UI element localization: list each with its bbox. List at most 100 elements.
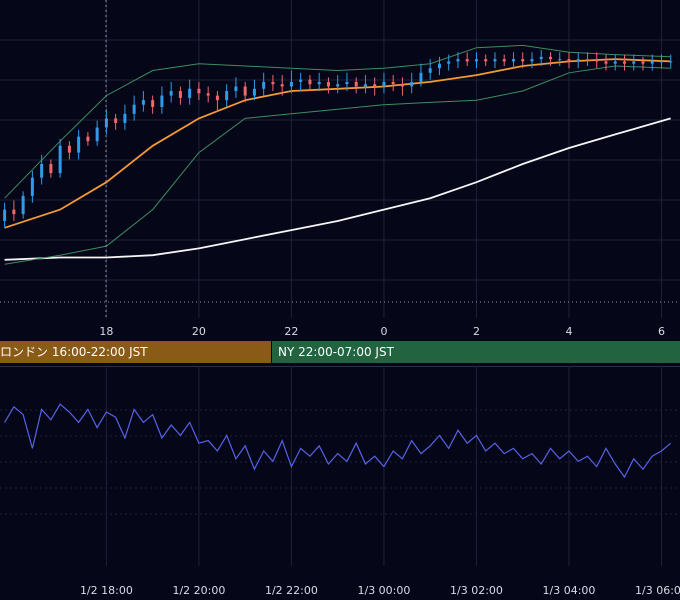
candle-body [12,209,16,215]
candle-body [225,91,229,101]
candle-body [289,81,293,87]
candle-body [613,61,617,64]
candle-body [252,88,256,96]
x-tick-label: 1/3 02:00 [450,584,503,597]
candle-body [641,61,645,64]
candle-body [548,56,552,60]
candle-body [576,59,580,62]
candle-body [511,59,515,62]
x-tick-label: 4 [565,325,572,338]
candle-body [585,59,589,61]
candle-body [567,59,571,62]
candle-body [484,59,488,62]
candle-body [521,59,525,62]
candles [3,50,673,228]
price-panel[interactable] [0,0,680,318]
candle-body [206,93,210,96]
candle-body [21,195,25,215]
oscillator-time-axis: 1/2 18:00 1/2 20:00 1/2 22:00 1/3 00:00 1/3 … [80,584,680,597]
x-tick-label: 1/3 06:00 [635,584,680,597]
candle-body [243,86,247,96]
candle-body [382,81,386,87]
candle-body [410,81,414,87]
price-grid [0,0,680,318]
x-tick-label: 1/2 18:00 [80,584,133,597]
chart-root: 18 20 22 0 2 4 6 ロンドン 16:00-22:00 JST NY 22:00… [0,0,680,600]
candle-body [650,61,654,64]
candle-body [317,81,321,85]
indicator-line-1 [4,117,671,261]
candle-body [373,84,377,87]
x-tick-label: 20 [192,325,206,338]
x-tick-label: 1/3 00:00 [357,584,410,597]
candle-body [336,84,340,87]
x-tick-label: 18 [99,325,113,338]
candle-body [474,59,478,62]
oscillator-line [4,403,672,479]
session-london-label: ロンドン 16:00-22:00 JST [0,345,148,359]
session-ny-label: NY 22:00-07:00 JST [278,345,394,359]
candle-body [447,61,451,64]
candle-body [141,100,145,105]
candle-body [437,63,441,69]
candle-body [86,136,90,142]
candle-body [530,59,534,62]
oscillator-panel[interactable] [0,366,680,566]
candle-body [215,95,219,101]
candle-body [465,59,469,62]
x-tick-label: 2 [473,325,480,338]
candle-body [400,84,404,87]
price-x-ticks: 18 20 22 0 2 4 6 [99,325,665,338]
candle-body [502,59,506,62]
candle-body [169,91,173,96]
x-tick-label: 1/2 22:00 [265,584,318,597]
candle-body [40,164,44,178]
candle-body [363,84,367,87]
candle-body [30,177,34,196]
x-tick-label: 0 [380,325,387,338]
session-london-bar: ロンドン 16:00-22:00 JST [0,341,271,363]
candle-body [67,145,71,153]
oscillator-series-0 [4,403,672,479]
candle-body [58,145,62,174]
candle-body [262,81,266,89]
candle-body [622,61,626,64]
candle-body [558,59,562,61]
candle-body [49,164,53,174]
candle-body [391,81,395,85]
candle-body [123,113,127,123]
candle-body [345,81,349,85]
candle-body [419,72,423,82]
session-ny-bar: NY 22:00-07:00 JST [272,341,680,363]
price-time-axis: 18 20 22 0 2 4 6 [99,325,665,338]
x-tick-label: 1/2 20:00 [172,584,225,597]
candle-body [354,81,358,87]
candle-body [3,209,7,221]
x-tick-label: 22 [284,325,298,338]
indicator-line-2 [4,44,671,199]
candle-body [234,86,238,92]
candle-body [428,68,432,73]
candle-body [308,79,312,85]
candle-body [493,59,497,62]
candle-body [659,61,663,63]
candle-body [299,79,303,82]
candle-body [151,100,155,107]
candle-body [132,104,136,114]
candle-body [114,118,118,123]
candle-body [280,84,284,87]
candle-body [632,61,636,64]
candle-body [160,95,164,107]
candle-body [595,59,599,62]
x-tick-label: 6 [658,325,665,338]
oscillator-x-ticks: 1/2 18:00 1/2 20:00 1/2 22:00 1/3 00:00 1/3 … [80,584,680,597]
candle-body [188,88,192,98]
candle-body [197,88,201,94]
candle-body [77,136,81,153]
candle-body [604,61,608,64]
indicator-line-3 [4,65,671,265]
candle-body [271,81,275,85]
candle-body [669,61,673,63]
candle-body [456,59,460,62]
candle-body [539,56,543,60]
